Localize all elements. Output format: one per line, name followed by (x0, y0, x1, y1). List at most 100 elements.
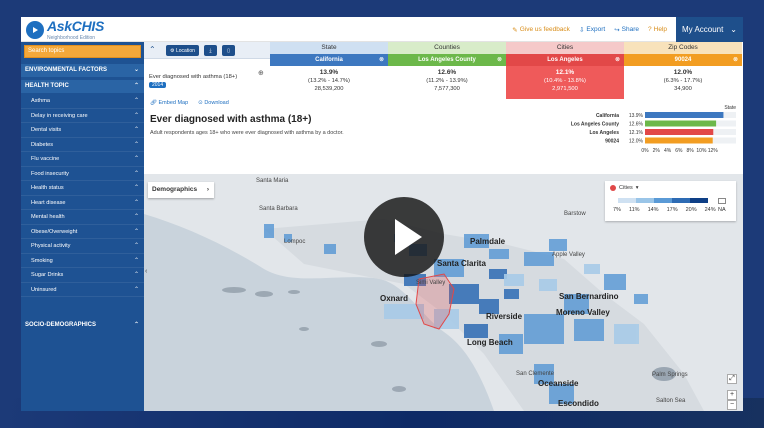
clear-selection-icon[interactable]: ⊗ (615, 54, 620, 66)
geography-selection[interactable]: 90024 ⊗ (624, 54, 742, 66)
chart-tick-label: 12% (708, 148, 719, 154)
embed-label: Embed Map (158, 100, 189, 106)
download-link[interactable]: ⊙ Download (198, 100, 229, 106)
video-play-button[interactable] (364, 197, 444, 277)
embed-map-link[interactable]: 🔗︎ Embed Map (150, 100, 188, 106)
locate-button[interactable]: ⤢ (727, 374, 737, 384)
legend-swatch (636, 198, 654, 203)
chart-bar[interactable] (645, 129, 714, 135)
chart-tick-label: 6% (675, 148, 683, 154)
chart-bar[interactable] (645, 137, 713, 144)
account-menu-button[interactable]: My Account ⌄ (676, 17, 743, 42)
chart-bar[interactable] (645, 112, 724, 118)
sidebar-section-environmental[interactable]: ENVIRONMENTAL FACTORS ⌄ (21, 64, 144, 77)
collapse-left-arrow[interactable]: ‹ (145, 268, 147, 275)
chevron-up-icon: ⌃ (133, 98, 139, 104)
geography-header[interactable]: Cities (506, 42, 624, 54)
sidebar-item[interactable]: Smoking ⌃ (21, 254, 144, 268)
selection-label: California (315, 57, 343, 63)
collapse-chevron-icon[interactable]: ⌃ (149, 45, 156, 54)
map-place-label: Escondido (558, 399, 599, 408)
chevron-up-icon: ⌃ (133, 141, 139, 148)
sidebar-item[interactable]: Heart disease ⌃ (21, 196, 144, 210)
zoom-out-button[interactable]: − (727, 400, 737, 410)
sidebar-item-label: Food insecurity (31, 170, 69, 177)
sidebar-item[interactable]: Physical activity ⌃ (21, 239, 144, 254)
geography-header[interactable]: State (270, 42, 388, 54)
legend-layer-label[interactable]: Cities (619, 185, 633, 191)
demographics-toggle[interactable]: Demographics › (148, 182, 214, 198)
sidebar-section-socio-demographics[interactable]: SOCIO-DEMOGRAPHICS ⌃ (21, 319, 144, 332)
sidebar-item[interactable]: Sugar Drinks ⌃ (21, 268, 144, 283)
clear-selection-icon[interactable]: ⊗ (733, 54, 738, 66)
selection-label: 90024 (674, 57, 692, 63)
chevron-up-icon: ⌃ (133, 286, 139, 293)
cities-dot-icon (610, 185, 616, 191)
sidebar-item[interactable]: Food insecurity ⌃ (21, 167, 144, 181)
chart-tick-label: 8% (687, 148, 695, 154)
legend-tick-label: 17% (666, 207, 678, 213)
feedback-label: Give us feedback (519, 26, 570, 33)
estimate-value: 12.1% (555, 69, 575, 76)
link-icon: 🔗︎ (150, 100, 159, 106)
chevron-up-icon: ⌃ (133, 322, 139, 328)
share-icon: ↪ (614, 26, 620, 34)
section-label: SOCIO-DEMOGRAPHICS (25, 322, 97, 328)
search-topics-input[interactable]: Search topics (24, 45, 141, 58)
year-badge[interactable]: 2014 (149, 82, 167, 88)
help-label: Help (653, 26, 667, 33)
zoom-in-button[interactable]: + (727, 390, 737, 400)
clear-selection-icon[interactable]: ⊗ (497, 54, 502, 66)
caret-down-icon[interactable]: ▾ (636, 185, 639, 191)
play-icon (395, 219, 422, 255)
chart-bar[interactable] (645, 120, 717, 127)
help-link[interactable]: ? Help (648, 26, 667, 33)
sidebar-item-label: Heart disease (31, 199, 66, 206)
sidebar-item-label: Flu vaccine (31, 156, 60, 162)
map-place-label: Salton Sea (656, 398, 686, 404)
geography-selection[interactable]: California ⊗ (270, 54, 388, 66)
geography-selection[interactable]: Los Angeles ⊗ (506, 54, 624, 66)
location-button[interactable]: ⚙ Location (166, 45, 199, 56)
chevron-up-icon: ⌃ (133, 83, 139, 89)
sidebar-item[interactable]: Obese/Overweight ⌃ (21, 225, 144, 239)
logo[interactable]: AskCHIS Neighborhood Edition (26, 19, 104, 41)
geography-header[interactable]: Zip Codes (624, 42, 742, 54)
confidence-interval: (10.4% - 13.8%) (544, 78, 586, 84)
legend-swatch (672, 198, 690, 203)
chevron-up-icon: ⌃ (133, 170, 139, 177)
sidebar-item[interactable]: Mental health ⌃ (21, 210, 144, 225)
feedback-link[interactable]: ✎ Give us feedback (512, 26, 570, 34)
sidebar-item[interactable]: Delay in receiving care ⌃ (21, 109, 144, 123)
sidebar-item[interactable]: Diabetes ⌃ (21, 138, 144, 152)
map-place-label: Riverside (486, 312, 523, 321)
sidebar-item[interactable]: Flu vaccine ⌃ (21, 152, 144, 167)
geography-header[interactable]: Counties (388, 42, 506, 54)
legend-swatch (618, 198, 636, 203)
geography-values: 12.0% (6.3% - 17.7%) 34,900 (624, 66, 742, 99)
sidebar-item-label: Asthma (31, 98, 50, 104)
export-link[interactable]: ⇩ Export (579, 26, 605, 34)
clear-selection-icon[interactable]: ⊗ (379, 54, 384, 66)
add-measure-icon[interactable]: ⊕ (258, 69, 264, 77)
comparison-bar-chart: State California 13.9% Los Angeles County 12… (571, 105, 736, 154)
legend-swatch (654, 198, 672, 203)
population-value: 2,971,500 (552, 86, 578, 92)
legend-tick-label: 20% (685, 207, 697, 213)
bookmark-button[interactable]: ▯ (222, 45, 235, 56)
sidebar-item[interactable]: Asthma ⌃ (21, 94, 144, 109)
download-button[interactable]: ⤓ (204, 45, 217, 56)
sidebar-item[interactable]: Health status ⌃ (21, 181, 144, 196)
sidebar-section-health-topic[interactable]: HEALTH TOPIC ⌃ (21, 80, 144, 93)
legend-tick-label: 11% (628, 207, 640, 213)
geography-selection[interactable]: Los Angeles County ⊗ (388, 54, 506, 66)
megaphone-icon: ✎ (512, 26, 518, 34)
sidebar-item[interactable]: Dental visits ⌃ (21, 123, 144, 138)
legend-tick-label: 14% (647, 207, 659, 213)
chart-tick-label: 10% (696, 148, 707, 154)
measure-name: Ever diagnosed with asthma (18+) (149, 74, 238, 80)
geography-values: 12.1% (10.4% - 13.8%) 2,971,500 (506, 66, 624, 99)
sidebar-item[interactable]: Uninsured ⌃ (21, 283, 144, 297)
map-place-label: Oceanside (538, 379, 579, 388)
share-link[interactable]: ↪ Share (614, 26, 639, 34)
